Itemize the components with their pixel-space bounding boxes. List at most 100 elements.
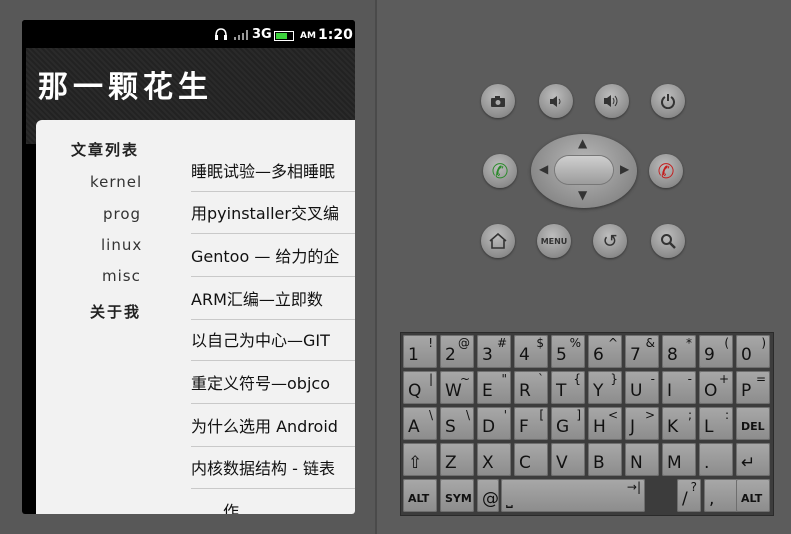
search-button[interactable]	[651, 224, 685, 258]
space-key[interactable]: ⎵ →|	[501, 479, 645, 512]
nav-item-prog[interactable]: prog	[103, 205, 141, 223]
shift-key[interactable]: ⇧	[403, 443, 437, 476]
dpad-left-icon[interactable]: ◀	[539, 162, 548, 176]
key-g[interactable]: G]	[551, 407, 585, 440]
article-item[interactable]: ARM汇编—立即数	[191, 278, 355, 320]
nav-item-linux[interactable]: linux	[101, 236, 142, 254]
key-8[interactable]: 8 *	[662, 335, 696, 368]
key-alt-label: >	[644, 408, 655, 422]
key-label: P	[741, 381, 752, 401]
article-title: 内核数据结构 - 链表	[191, 459, 335, 478]
phone-call-icon: ✆	[491, 159, 509, 183]
key-r[interactable]: R `	[514, 371, 548, 404]
key-label: J	[630, 417, 636, 437]
key-u[interactable]: U-	[625, 371, 659, 404]
key-label: SYM	[445, 492, 472, 505]
key-slash[interactable]: /?	[677, 479, 701, 512]
power-button[interactable]	[651, 84, 685, 118]
key-t[interactable]: T{	[551, 371, 585, 404]
key-3[interactable]: 3 #	[477, 335, 511, 368]
nav-item-kernel[interactable]: kernel	[90, 173, 142, 191]
enter-key[interactable]: ↵	[736, 443, 770, 476]
key-l[interactable]: L:	[699, 407, 733, 440]
key-s[interactable]: S \	[440, 407, 474, 440]
dpad-center-button[interactable]	[555, 156, 613, 184]
key-e[interactable]: E "	[477, 371, 511, 404]
key-alt-label: }	[610, 372, 618, 386]
dpad-right-icon[interactable]: ▶	[620, 162, 629, 176]
volume-up-button[interactable]	[595, 84, 629, 118]
key-h[interactable]: H <	[588, 407, 622, 440]
key-m[interactable]: M	[662, 443, 696, 476]
article-item[interactable]: 内核数据结构 - 链表	[191, 447, 355, 489]
key-v[interactable]: V	[551, 443, 585, 476]
key-label: G	[556, 417, 570, 437]
key-6[interactable]: 6 ^	[588, 335, 622, 368]
key-5[interactable]: 5%	[551, 335, 585, 368]
dpad-down-icon[interactable]: ▼	[578, 188, 587, 202]
key-alt-label: <	[607, 408, 618, 422]
key-0[interactable]: 0)	[736, 335, 770, 368]
camera-button[interactable]	[481, 84, 515, 118]
emulator-controls-panel: ▲ ▼ ◀ ▶ ✆ ✆ MENU ↺ 1! 2 @3 #4 $5% 6 ^ 7 & 8 * 9(0) Q…	[377, 0, 791, 534]
key-x[interactable]: X	[477, 443, 511, 476]
delete-key[interactable]: DEL	[736, 407, 770, 440]
nav-about-me[interactable]: 关于我	[90, 301, 141, 322]
key-c[interactable]: C	[514, 443, 548, 476]
volume-down-button[interactable]	[539, 84, 573, 118]
nav-item-misc[interactable]: misc	[102, 267, 141, 285]
key-f[interactable]: F[	[514, 407, 548, 440]
key-b[interactable]: B	[588, 443, 622, 476]
key-4[interactable]: 4 $	[514, 335, 548, 368]
article-item[interactable]: 以自己为中心—GIT	[191, 319, 355, 361]
article-item[interactable]: 为什么选用 Android	[191, 405, 355, 447]
article-item[interactable]: ……作……	[191, 490, 355, 514]
key-q[interactable]: Q |	[403, 371, 437, 404]
key-9[interactable]: 9(	[699, 335, 733, 368]
key-d[interactable]: D '	[477, 407, 511, 440]
dpad-up-icon[interactable]: ▲	[578, 136, 587, 150]
back-button[interactable]: ↺	[593, 224, 627, 258]
key-j[interactable]: J >	[625, 407, 659, 440]
phone-end-icon: ✆	[657, 159, 675, 183]
key-alt-label: #	[496, 336, 507, 350]
article-title: 重定义符号—objco	[191, 374, 330, 393]
article-item[interactable]: 睡眠试验—多相睡眠	[191, 150, 355, 192]
key-alt-label: :	[724, 408, 729, 422]
article-item[interactable]: 重定义符号—objco	[191, 362, 355, 404]
key-n[interactable]: N	[625, 443, 659, 476]
home-button[interactable]	[481, 224, 515, 258]
hardware-keyboard: 1! 2 @3 #4 $5% 6 ^ 7 & 8 * 9(0) Q | W ~ E " R ` T{Y} U - I - O + P =…	[400, 332, 774, 516]
key-2[interactable]: 2 @	[440, 335, 474, 368]
key-comma[interactable]: ,	[704, 479, 738, 512]
key-a[interactable]: A \	[403, 407, 437, 440]
alt-left-key[interactable]: ALT	[403, 479, 437, 512]
key-7[interactable]: 7 &	[625, 335, 659, 368]
article-item[interactable]: Gentoo — 给力的企	[191, 235, 355, 277]
key-1[interactable]: 1!	[403, 335, 437, 368]
key-k[interactable]: K;	[662, 407, 696, 440]
article-title: ……作……	[191, 502, 272, 514]
key-period[interactable]: .	[699, 443, 733, 476]
end-call-button[interactable]: ✆	[649, 154, 683, 188]
sym-key[interactable]: SYM	[440, 479, 474, 512]
key-o[interactable]: O +	[699, 371, 733, 404]
key-y[interactable]: Y}	[588, 371, 622, 404]
article-item[interactable]: 用pyinstaller交叉编	[191, 192, 355, 234]
key-w[interactable]: W ~	[440, 371, 474, 404]
key-p[interactable]: P =	[736, 371, 770, 404]
key-label: ,	[709, 489, 715, 509]
call-button[interactable]: ✆	[483, 154, 517, 188]
content-card: 文章列表 kernel prog linux misc 关于我 睡眠试验—多相睡…	[36, 120, 355, 514]
article-title: ARM汇编—立即数	[191, 290, 323, 309]
key-i[interactable]: I-	[662, 371, 696, 404]
headset-icon	[215, 28, 227, 40]
nav-articles-heading[interactable]: 文章列表	[71, 139, 139, 160]
article-title: 用pyinstaller交叉编	[191, 204, 339, 223]
back-arrow-icon: ↺	[602, 230, 618, 252]
alt-right-key[interactable]: ALT	[736, 479, 770, 512]
key-z[interactable]: Z	[440, 443, 474, 476]
menu-button[interactable]: MENU	[537, 224, 571, 258]
key-label: N	[630, 453, 643, 473]
key-at[interactable]: @	[477, 479, 499, 512]
